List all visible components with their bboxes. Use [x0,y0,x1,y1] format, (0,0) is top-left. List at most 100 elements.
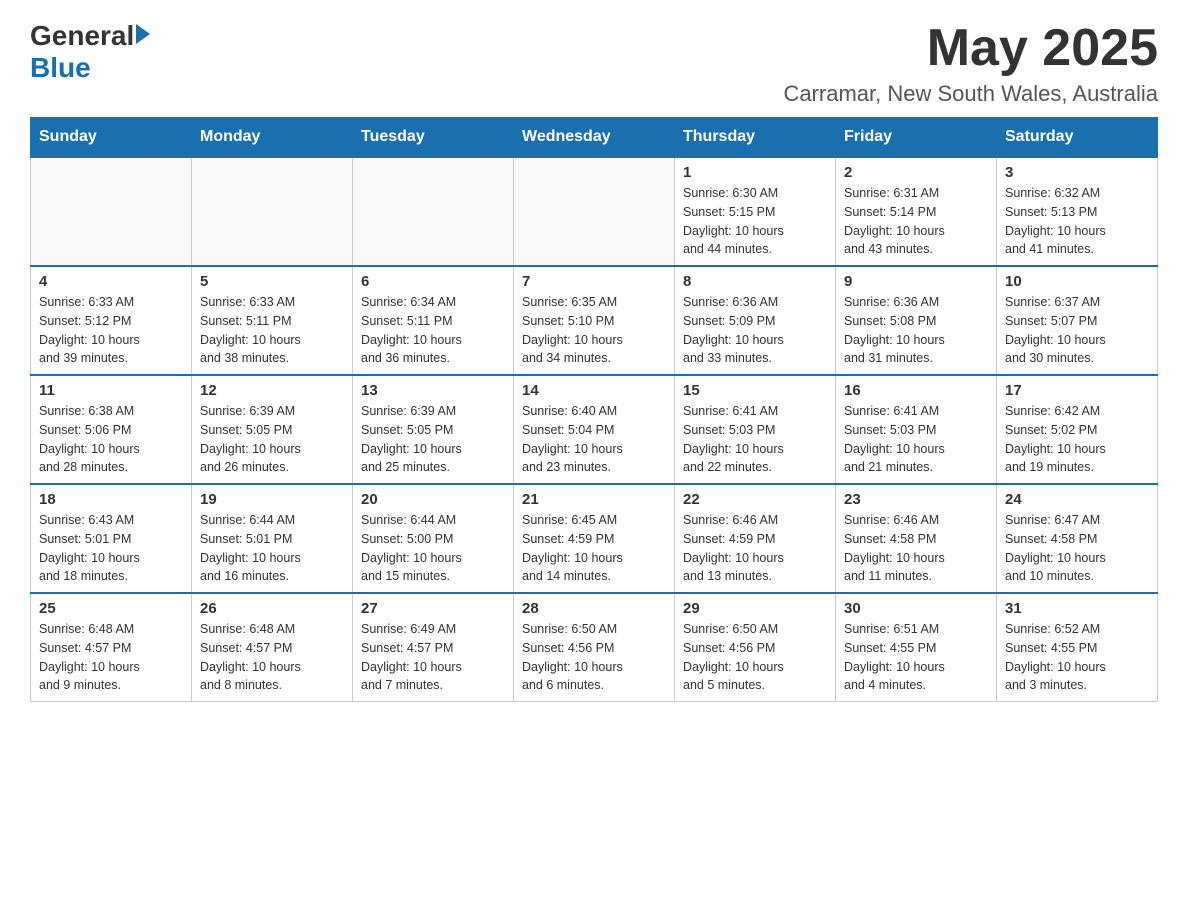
day-info: Sunrise: 6:44 AMSunset: 5:00 PMDaylight:… [361,511,505,586]
calendar-day-cell: 26 Sunrise: 6:48 AMSunset: 4:57 PMDayligh… [192,593,353,702]
day-number: 18 [39,491,183,508]
day-info: Sunrise: 6:36 AMSunset: 5:08 PMDaylight:… [844,293,988,368]
day-number: 13 [361,382,505,399]
calendar-day-cell: 1 Sunrise: 6:30 AMSunset: 5:15 PMDaylight… [675,157,836,266]
day-number: 2 [844,164,988,181]
day-info: Sunrise: 6:46 AMSunset: 4:59 PMDaylight:… [683,511,827,586]
calendar-day-cell: 7 Sunrise: 6:35 AMSunset: 5:10 PMDaylight… [514,266,675,375]
calendar-day-cell [31,157,192,266]
day-info: Sunrise: 6:39 AMSunset: 5:05 PMDaylight:… [361,402,505,477]
day-number: 14 [522,382,666,399]
day-number: 29 [683,600,827,617]
calendar-day-header: Wednesday [514,118,675,158]
day-number: 28 [522,600,666,617]
calendar-week-row: 25 Sunrise: 6:48 AMSunset: 4:57 PMDayligh… [31,593,1158,702]
logo: General Blue [30,20,150,84]
day-info: Sunrise: 6:41 AMSunset: 5:03 PMDaylight:… [683,402,827,477]
day-number: 8 [683,273,827,290]
calendar-table: SundayMondayTuesdayWednesdayThursdayFrid… [30,117,1158,702]
day-number: 25 [39,600,183,617]
day-info: Sunrise: 6:35 AMSunset: 5:10 PMDaylight:… [522,293,666,368]
day-info: Sunrise: 6:48 AMSunset: 4:57 PMDaylight:… [200,620,344,695]
calendar-day-cell: 6 Sunrise: 6:34 AMSunset: 5:11 PMDaylight… [353,266,514,375]
calendar-day-cell: 19 Sunrise: 6:44 AMSunset: 5:01 PMDayligh… [192,484,353,593]
calendar-day-cell: 13 Sunrise: 6:39 AMSunset: 5:05 PMDayligh… [353,375,514,484]
calendar-day-header: Sunday [31,118,192,158]
day-number: 31 [1005,600,1149,617]
calendar-day-cell: 25Sunrise: 6:48 AMSunset: 4:57 PMDayligh… [31,593,192,702]
calendar-day-cell: 12 Sunrise: 6:39 AMSunset: 5:05 PMDayligh… [192,375,353,484]
day-number: 21 [522,491,666,508]
day-number: 26 [200,600,344,617]
calendar-week-row: 18Sunrise: 6:43 AMSunset: 5:01 PMDayligh… [31,484,1158,593]
day-number: 24 [1005,491,1149,508]
logo-blue-text: Blue [30,52,91,84]
day-number: 17 [1005,382,1149,399]
calendar-day-cell: 16Sunrise: 6:41 AMSunset: 5:03 PMDayligh… [836,375,997,484]
day-info: Sunrise: 6:36 AMSunset: 5:09 PMDaylight:… [683,293,827,368]
day-number: 1 [683,164,827,181]
day-info: Sunrise: 6:38 AMSunset: 5:06 PMDaylight:… [39,402,183,477]
calendar-day-cell: 17Sunrise: 6:42 AMSunset: 5:02 PMDayligh… [997,375,1158,484]
day-info: Sunrise: 6:50 AMSunset: 4:56 PMDaylight:… [683,620,827,695]
logo-arrow-icon [136,24,150,44]
calendar-day-cell: 28 Sunrise: 6:50 AMSunset: 4:56 PMDayligh… [514,593,675,702]
day-number: 15 [683,382,827,399]
day-number: 16 [844,382,988,399]
day-number: 9 [844,273,988,290]
calendar-day-cell [192,157,353,266]
day-number: 6 [361,273,505,290]
title-block: May 2025 Carramar, New South Wales, Aust… [783,20,1158,107]
day-info: Sunrise: 6:32 AMSunset: 5:13 PMDaylight:… [1005,184,1149,259]
day-info: Sunrise: 6:33 AMSunset: 5:12 PMDaylight:… [39,293,183,368]
day-number: 19 [200,491,344,508]
day-info: Sunrise: 6:50 AMSunset: 4:56 PMDaylight:… [522,620,666,695]
day-number: 27 [361,600,505,617]
calendar-day-cell: 2 Sunrise: 6:31 AMSunset: 5:14 PMDaylight… [836,157,997,266]
calendar-day-cell: 5 Sunrise: 6:33 AMSunset: 5:11 PMDaylight… [192,266,353,375]
calendar-header-row: SundayMondayTuesdayWednesdayThursdayFrid… [31,118,1158,158]
calendar-day-cell: 10 Sunrise: 6:37 AMSunset: 5:07 PMDayligh… [997,266,1158,375]
month-year-title: May 2025 [783,20,1158,77]
day-number: 3 [1005,164,1149,181]
location-subtitle: Carramar, New South Wales, Australia [783,81,1158,107]
day-number: 20 [361,491,505,508]
calendar-day-cell: 22 Sunrise: 6:46 AMSunset: 4:59 PMDayligh… [675,484,836,593]
calendar-day-cell [353,157,514,266]
day-info: Sunrise: 6:33 AMSunset: 5:11 PMDaylight:… [200,293,344,368]
calendar-day-cell: 15 Sunrise: 6:41 AMSunset: 5:03 PMDayligh… [675,375,836,484]
calendar-day-cell: 9 Sunrise: 6:36 AMSunset: 5:08 PMDaylight… [836,266,997,375]
calendar-day-cell: 31Sunrise: 6:52 AMSunset: 4:55 PMDayligh… [997,593,1158,702]
calendar-day-cell: 18Sunrise: 6:43 AMSunset: 5:01 PMDayligh… [31,484,192,593]
day-info: Sunrise: 6:40 AMSunset: 5:04 PMDaylight:… [522,402,666,477]
day-number: 22 [683,491,827,508]
day-info: Sunrise: 6:45 AMSunset: 4:59 PMDaylight:… [522,511,666,586]
calendar-day-header: Friday [836,118,997,158]
calendar-day-header: Tuesday [353,118,514,158]
calendar-day-cell: 4Sunrise: 6:33 AMSunset: 5:12 PMDaylight… [31,266,192,375]
day-number: 11 [39,382,183,399]
calendar-day-cell: 20 Sunrise: 6:44 AMSunset: 5:00 PMDayligh… [353,484,514,593]
day-number: 5 [200,273,344,290]
day-info: Sunrise: 6:49 AMSunset: 4:57 PMDaylight:… [361,620,505,695]
day-number: 7 [522,273,666,290]
day-info: Sunrise: 6:30 AMSunset: 5:15 PMDaylight:… [683,184,827,259]
calendar-day-cell: 14 Sunrise: 6:40 AMSunset: 5:04 PMDayligh… [514,375,675,484]
calendar-day-cell: 3 Sunrise: 6:32 AMSunset: 5:13 PMDaylight… [997,157,1158,266]
logo-general-text: General [30,20,134,52]
calendar-week-row: 11 Sunrise: 6:38 AMSunset: 5:06 PMDayligh… [31,375,1158,484]
day-info: Sunrise: 6:51 AMSunset: 4:55 PMDaylight:… [844,620,988,695]
day-info: Sunrise: 6:37 AMSunset: 5:07 PMDaylight:… [1005,293,1149,368]
calendar-day-header: Saturday [997,118,1158,158]
calendar-day-cell: 24Sunrise: 6:47 AMSunset: 4:58 PMDayligh… [997,484,1158,593]
day-info: Sunrise: 6:34 AMSunset: 5:11 PMDaylight:… [361,293,505,368]
day-number: 12 [200,382,344,399]
calendar-day-cell: 27 Sunrise: 6:49 AMSunset: 4:57 PMDayligh… [353,593,514,702]
day-number: 30 [844,600,988,617]
day-number: 10 [1005,273,1149,290]
day-info: Sunrise: 6:39 AMSunset: 5:05 PMDaylight:… [200,402,344,477]
calendar-day-header: Monday [192,118,353,158]
calendar-day-cell: 30 Sunrise: 6:51 AMSunset: 4:55 PMDayligh… [836,593,997,702]
day-info: Sunrise: 6:44 AMSunset: 5:01 PMDaylight:… [200,511,344,586]
day-info: Sunrise: 6:31 AMSunset: 5:14 PMDaylight:… [844,184,988,259]
